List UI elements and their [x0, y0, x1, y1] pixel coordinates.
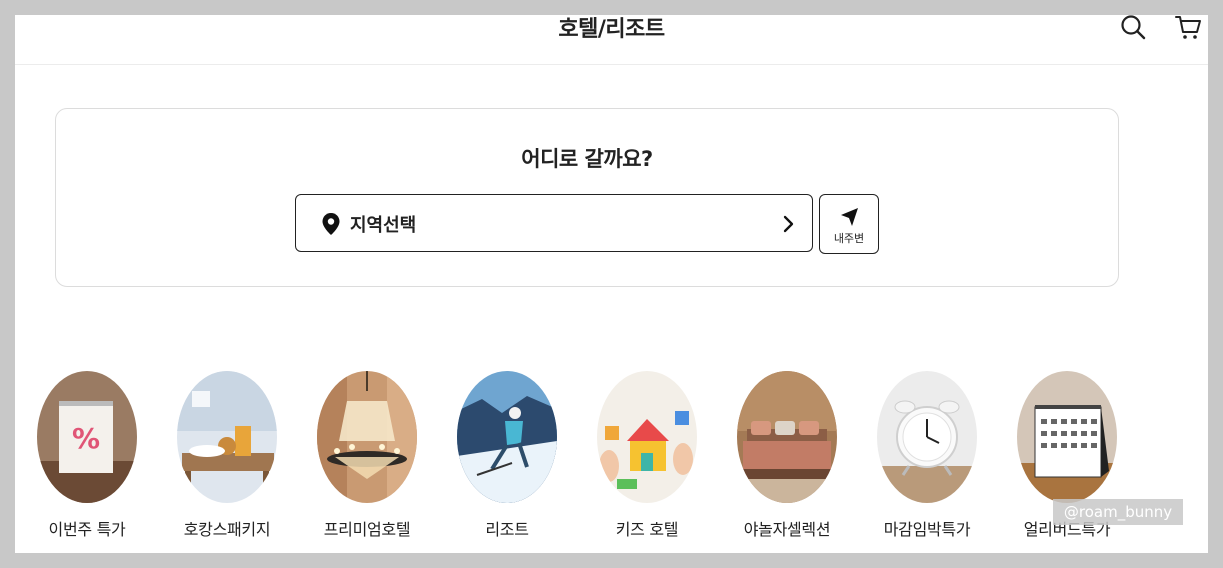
desk-calendar-image	[1017, 371, 1117, 503]
category-premium-hotel[interactable]: 프리미엄호텔	[297, 371, 437, 540]
bedroom-image	[737, 371, 837, 503]
region-select-button[interactable]: 지역선택	[295, 194, 813, 252]
top-header: 호텔/리조트	[15, 15, 1208, 65]
page-title: 호텔/리조트	[558, 17, 665, 42]
category-label: 이번주 특가	[48, 520, 126, 539]
destination-search-card: 어디로 갈까요? 지역선택 내주변	[55, 108, 1119, 287]
percent-calendar-image: %	[37, 371, 137, 503]
category-kids-hotel[interactable]: 키즈 호텔	[577, 371, 717, 540]
svg-text:%: %	[72, 422, 100, 455]
category-label: 프리미엄호텔	[323, 520, 411, 539]
category-label: 키즈 호텔	[615, 520, 679, 539]
category-last-minute-deal[interactable]: 마감임박특가	[857, 371, 997, 540]
category-label: 리조트	[485, 520, 529, 539]
nearby-button[interactable]: 내주변	[819, 194, 879, 254]
search-heading: 어디로 갈까요?	[521, 147, 653, 171]
chandelier-image	[317, 371, 417, 503]
category-label: 야놀자셀렉션	[743, 520, 831, 539]
search-icon[interactable]	[1118, 15, 1148, 42]
category-yanolja-selection[interactable]: 야놀자셀렉션	[717, 371, 857, 540]
category-resort[interactable]: 리조트	[437, 371, 577, 540]
breakfast-tray-image	[177, 371, 277, 503]
chevron-right-icon	[782, 215, 794, 237]
category-hocance-package[interactable]: 호캉스패키지	[157, 371, 297, 540]
skier-image	[457, 371, 557, 503]
hotel-resort-page: 호텔/리조트 어디로 갈까요? 지역선택 내주변 % 이번주 특가 호캉스패키지…	[15, 15, 1208, 553]
category-label: 호캉스패키지	[183, 520, 271, 539]
cart-icon[interactable]	[1173, 15, 1203, 42]
navigation-arrow-icon	[840, 207, 860, 231]
watermark: @roam_bunny	[1053, 499, 1183, 525]
category-label: 마감임박특가	[883, 520, 971, 539]
alarm-clock-image	[877, 371, 977, 503]
region-select-label: 지역선택	[350, 215, 417, 236]
category-weekly-deal[interactable]: % 이번주 특가	[17, 371, 157, 540]
location-pin-icon	[322, 213, 340, 239]
toy-blocks-image	[597, 371, 697, 503]
nearby-label: 내주변	[833, 232, 865, 245]
